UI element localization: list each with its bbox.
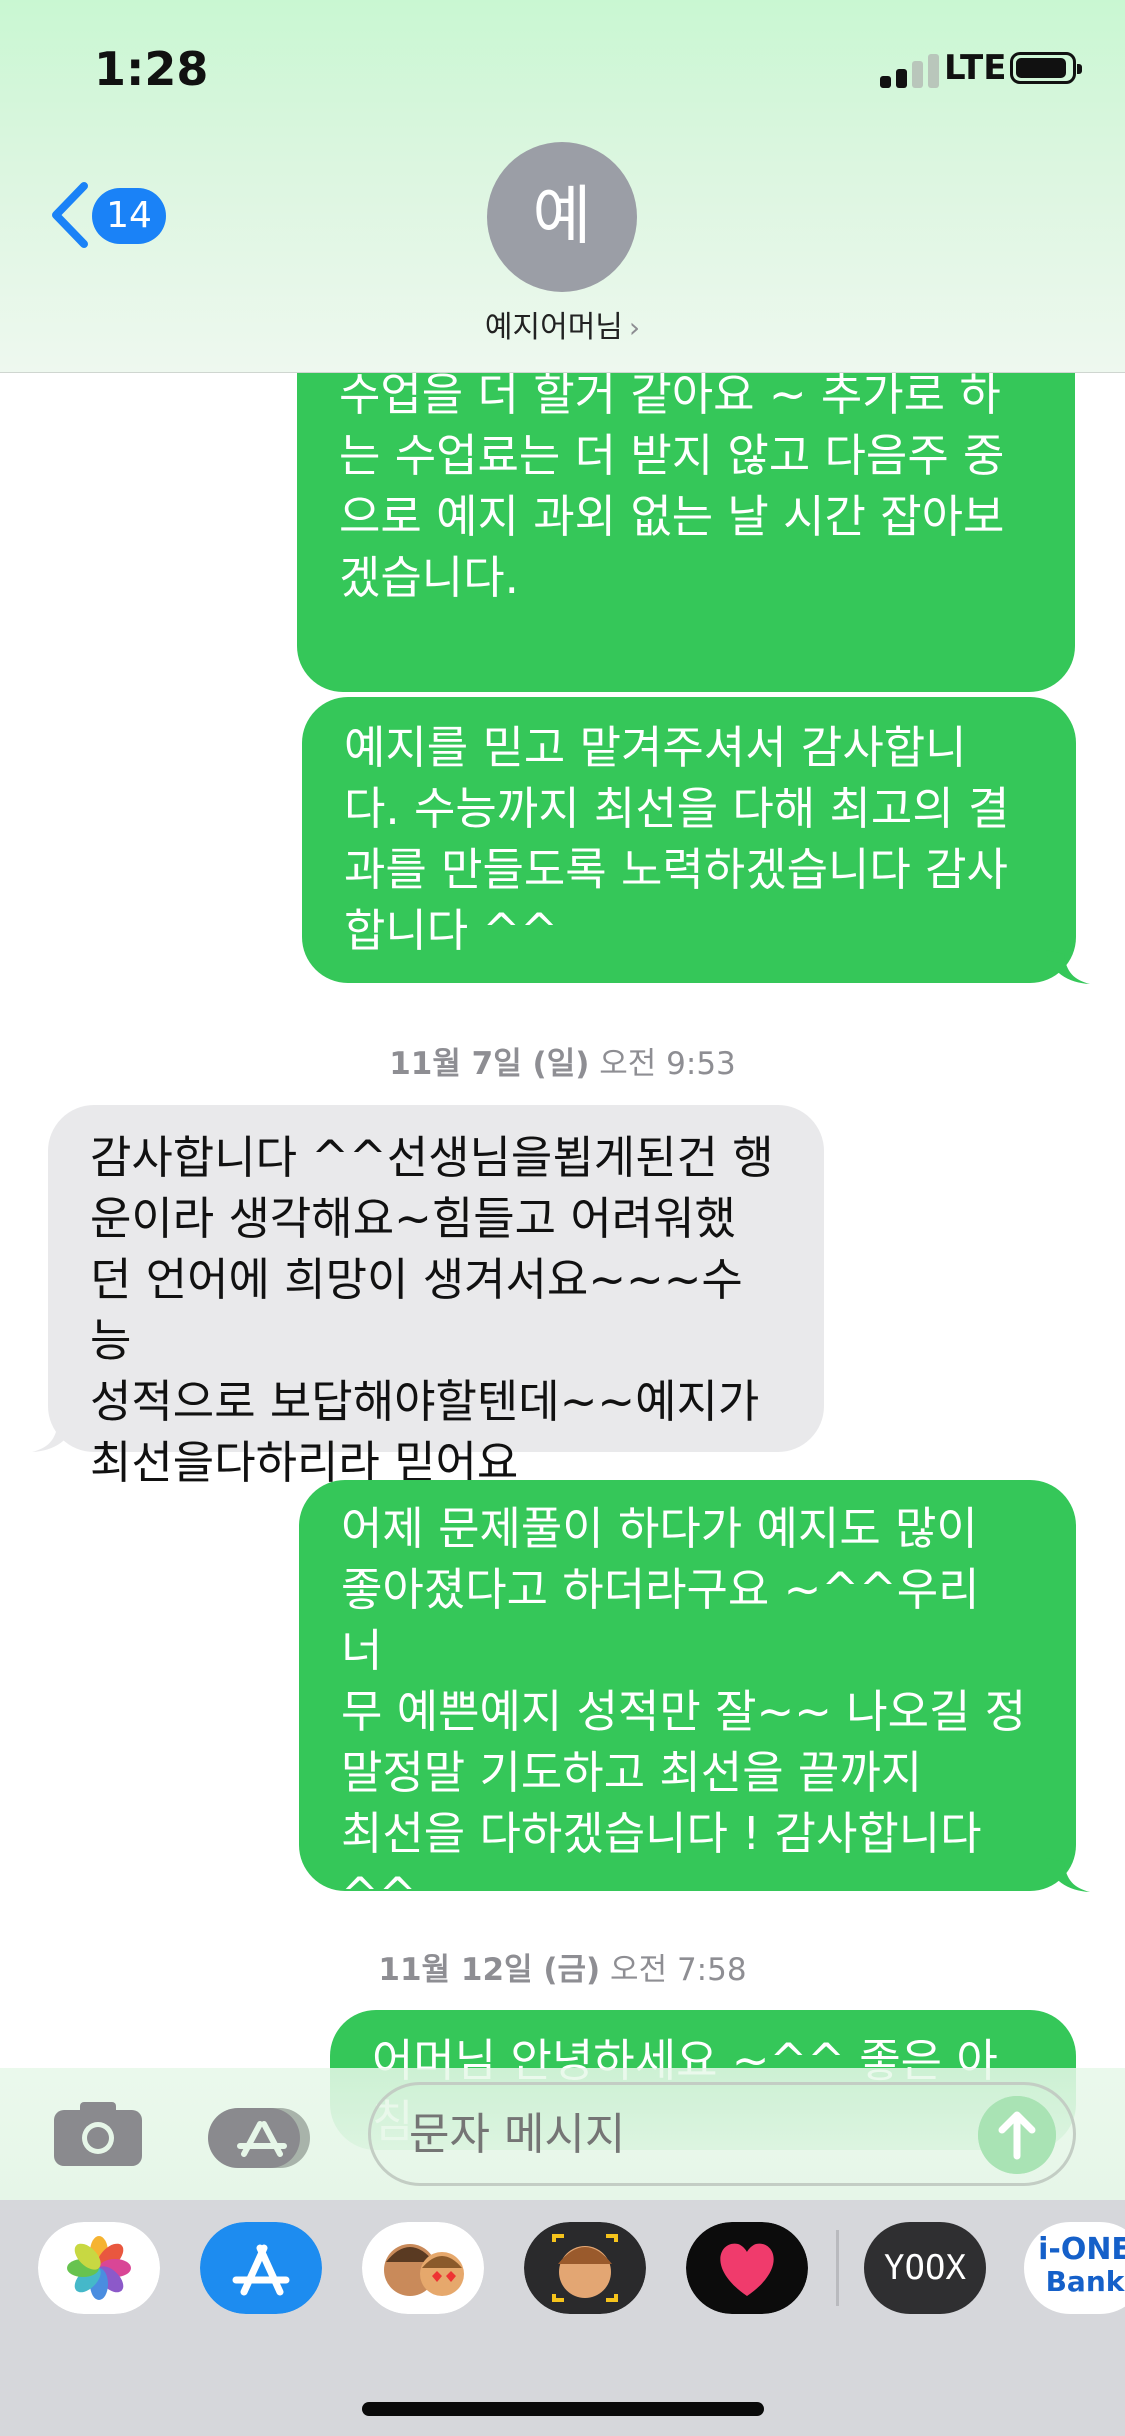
yoox-app-icon[interactable]: YOOX (864, 2222, 986, 2314)
memoji-stickers-icon[interactable] (362, 2222, 484, 2314)
contact-avatar[interactable]: 예 (487, 142, 637, 292)
received-message[interactable]: 감사합니다 ^^선생님을뵙게된건 행 운이라 생각해요~힘들고 어려워했 던 언… (48, 1105, 824, 1489)
sent-bubble-tail (1046, 1858, 1090, 1892)
cellular-signal-icon (880, 52, 940, 88)
contact-name-button[interactable]: 예지어머님 › (0, 302, 1125, 346)
digital-touch-heart-icon[interactable] (686, 2222, 808, 2314)
tray-divider (836, 2230, 839, 2306)
home-indicator[interactable] (362, 2402, 764, 2416)
message-input[interactable] (368, 2082, 1076, 2186)
sent-bubble-tail (1046, 950, 1090, 984)
timestamp-time: 오전 7:58 (610, 1952, 747, 1988)
app-store-icon[interactable] (200, 2222, 322, 2314)
unread-count-badge[interactable]: 14 (92, 188, 166, 244)
timestamp: 11월 7일 (일) 오전 9:53 (0, 1038, 1125, 1083)
chevron-right-icon: › (628, 311, 641, 344)
app-store-apps-icon[interactable] (208, 2106, 318, 2170)
sent-message[interactable]: 예지를 믿고 맡겨주셔서 감사합니 다. 수능까지 최선을 다해 최고의 결 과… (302, 697, 1076, 983)
i-one-bank-app-icon[interactable]: i-ONE Bank (1024, 2222, 1125, 2314)
compose-bar (0, 2068, 1125, 2200)
received-bubble-tail (32, 1418, 76, 1452)
camera-icon[interactable] (52, 2100, 144, 2168)
i-one-label: i-ONE (1038, 2232, 1125, 2267)
conversation-header: 1:28 LTE 14 예 예지어머님 › (0, 0, 1125, 373)
timestamp-date: 11월 12일 (금) (378, 1952, 601, 1988)
back-chevron-icon[interactable] (46, 180, 96, 250)
memoji-camera-icon[interactable] (524, 2222, 646, 2314)
bank-label: Bank (1045, 2265, 1125, 2298)
network-label: LTE (944, 48, 1007, 88)
sent-message[interactable]: 어제 문제풀이 하다가 예지도 많이 좋아졌다고 하더라구요 ~^^우리 너 무… (299, 1480, 1076, 1921)
battery-icon (1010, 52, 1082, 84)
timestamp-time: 오전 9:53 (599, 1046, 736, 1082)
timestamp-date: 11월 7일 (일) (389, 1046, 590, 1082)
send-arrow-icon[interactable] (978, 2096, 1056, 2174)
status-time: 1:28 (94, 42, 209, 96)
timestamp: 11월 12일 (금) 오전 7:58 (0, 1944, 1125, 1989)
imessage-app-tray: YOOX i-ONE Bank (0, 2200, 1125, 2436)
contact-name: 예지어머님 (484, 310, 623, 345)
photos-app-icon[interactable] (38, 2222, 160, 2314)
